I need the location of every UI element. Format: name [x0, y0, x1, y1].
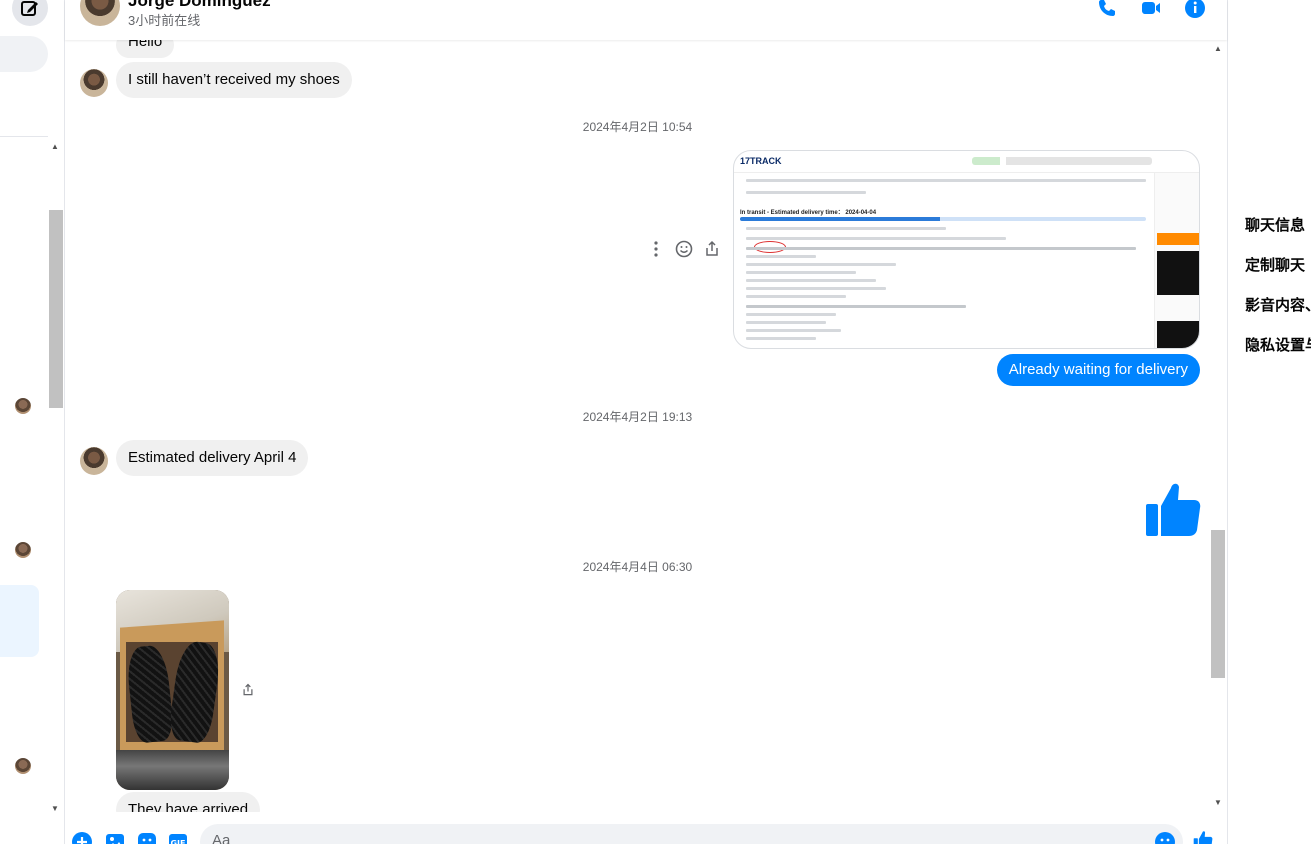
message-bubble-outgoing[interactable]: Already waiting for delivery: [996, 354, 1200, 386]
tracking-tabs: [746, 179, 1146, 182]
tracking-row: [746, 227, 946, 230]
ad-video: [1157, 251, 1199, 295]
scroll-thumb[interactable]: [1211, 530, 1225, 678]
tracking-sidebar: [1154, 173, 1199, 348]
search-input[interactable]: [0, 36, 48, 72]
divider: [0, 136, 48, 137]
tracking-row: [746, 337, 816, 340]
avatar[interactable]: [80, 0, 120, 26]
active-chat-highlight[interactable]: [0, 585, 39, 657]
timestamp: 2024年4月4日 06:30: [582, 560, 693, 574]
tracking-row: [746, 255, 816, 258]
avatar[interactable]: [15, 758, 31, 774]
shoes-photo[interactable]: [116, 590, 229, 790]
info-icon: [1185, 0, 1205, 18]
message-bubble-incoming[interactable]: Estimated delivery April 4: [116, 440, 309, 476]
conversation-details-panel: 聊天信息 定制聊天 影音内容、 隐私设置与: [1227, 0, 1311, 844]
timestamp: 2024年4月2日 10:54: [582, 120, 693, 134]
plastic-bag: [116, 750, 229, 790]
image-icon[interactable]: [105, 832, 125, 844]
scroll-up-arrow[interactable]: ▲: [1214, 44, 1222, 53]
phone-icon: [1099, 0, 1115, 16]
tracking-logo: 17TRACK: [740, 156, 782, 166]
tracking-row: [746, 263, 896, 266]
svg-text:GIF: GIF: [170, 839, 185, 844]
tracking-row: [746, 295, 846, 298]
gif-icon[interactable]: GIF: [168, 832, 188, 844]
compose-icon: [21, 1, 38, 16]
tracking-header: 17TRACK: [734, 151, 1199, 173]
avatar[interactable]: [15, 542, 31, 558]
tracking-row: [746, 287, 886, 290]
menu-item-privacy-support[interactable]: 隐私设置与: [1245, 334, 1311, 355]
plus-icon[interactable]: [72, 832, 92, 844]
tracking-row: [746, 237, 1006, 240]
thumbs-up-icon[interactable]: [1193, 830, 1213, 844]
tracking-row: [746, 191, 866, 194]
chat-list-sidebar: ▲ ▼: [0, 0, 65, 844]
tracking-row: [746, 329, 841, 332]
thread-scrollbar[interactable]: ▲ ▼: [1210, 40, 1227, 812]
phone-button[interactable]: [1093, 0, 1121, 20]
message-input[interactable]: Aa: [200, 824, 1183, 844]
tracking-row: [746, 313, 836, 316]
message-thread: Hello I still haven’t received my shoes …: [65, 40, 1210, 820]
messenger-window: ▲ ▼ Jorge Dominguez 3小时前在线 Hello I still…: [0, 0, 1311, 844]
scroll-down-arrow[interactable]: ▼: [51, 804, 59, 813]
ad-banner: [1157, 233, 1199, 245]
message-composer: GIF Aa: [65, 812, 1227, 844]
emoji-reaction-icon[interactable]: [675, 240, 693, 258]
scroll-thumb[interactable]: [49, 210, 63, 408]
tracking-row: [746, 279, 876, 282]
scroll-down-arrow[interactable]: ▼: [1214, 798, 1222, 807]
video-call-button[interactable]: [1137, 0, 1165, 20]
share-icon[interactable]: [241, 683, 255, 697]
menu-item-media-files[interactable]: 影音内容、: [1245, 294, 1311, 315]
message-bubble-incoming[interactable]: I still haven’t received my shoes: [116, 62, 352, 98]
tracking-screenshot-image[interactable]: 17TRACK In transit - Estimated delivery …: [733, 150, 1200, 349]
thumbs-up-message[interactable]: [1145, 480, 1201, 543]
tracking-progress-bar: [740, 217, 1146, 221]
tracking-nav: [972, 157, 1152, 165]
menu-item-customize-chat[interactable]: 定制聊天: [1245, 254, 1305, 275]
ad-video: [1157, 321, 1199, 348]
avatar[interactable]: [80, 69, 108, 97]
conversation-info-button[interactable]: [1181, 0, 1209, 20]
tracking-status: In transit - Estimated delivery time： 20…: [740, 210, 877, 216]
conversation-header: Jorge Dominguez 3小时前在线: [65, 0, 1227, 40]
scroll-up-arrow[interactable]: ▲: [51, 142, 59, 151]
video-icon: [1142, 2, 1160, 14]
tracking-row: [746, 321, 826, 324]
more-options-icon[interactable]: [647, 240, 665, 258]
chat-list-scrollbar[interactable]: ▲ ▼: [48, 138, 64, 818]
timestamp: 2024年4月2日 19:13: [582, 410, 693, 424]
tracking-row: [746, 247, 1136, 250]
emoji-icon[interactable]: [1155, 832, 1175, 844]
avatar[interactable]: [80, 447, 108, 475]
sticker-icon[interactable]: [137, 832, 157, 844]
message-bubble-incoming[interactable]: Hello: [116, 40, 175, 58]
contact-status: 3小时前在线: [128, 13, 201, 28]
message-hover-actions: [647, 240, 721, 258]
share-icon[interactable]: [703, 240, 721, 258]
compose-button[interactable]: [12, 0, 48, 26]
avatar[interactable]: [15, 398, 31, 414]
menu-item-chat-info[interactable]: 聊天信息: [1245, 214, 1305, 235]
tracking-row: [746, 305, 966, 308]
thumbs-up-icon: [1146, 483, 1201, 536]
tracking-row: [746, 271, 856, 274]
